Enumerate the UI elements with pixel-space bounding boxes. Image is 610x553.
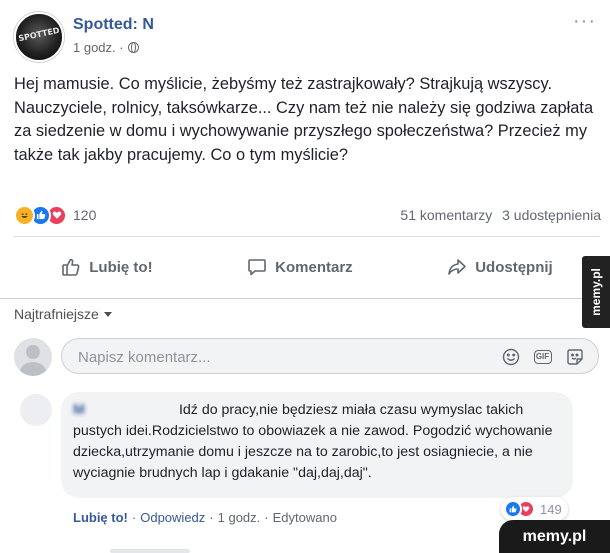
thumbs-up-icon: [61, 257, 81, 277]
comment-author[interactable]: M: [73, 400, 175, 421]
page-avatar[interactable]: SPOTTED: [14, 12, 64, 62]
comments-divider: [0, 298, 610, 299]
avatar-logo-text: SPOTTED: [17, 25, 61, 44]
side-watermark: memy.pl: [582, 256, 610, 328]
post-header: SPOTTED Spotted: N 1 godz. · ···: [14, 10, 596, 62]
post-time[interactable]: 1 godz. ·: [73, 40, 124, 55]
gif-label: GIF: [533, 349, 552, 364]
next-comment-fragment: [110, 549, 190, 553]
comment-actions: Lubię to! · Odpowiedz · 1 godz. · Edytow…: [73, 510, 337, 525]
emoji-icon[interactable]: [501, 347, 520, 366]
like-label: Lubię to!: [89, 258, 153, 276]
post-reactions[interactable]: 120: [14, 204, 96, 226]
post-stats: 51 komentarzy 3 udostępnienia: [394, 207, 601, 223]
comment-bubble-icon: [247, 257, 267, 277]
like-reaction-icon: [504, 500, 522, 518]
comment-reaction-count: 149: [540, 501, 562, 517]
separator: ·: [131, 510, 137, 525]
comment-bubble: M Idź do pracy,nie będziesz miała czasu …: [61, 392, 573, 498]
comments-count-link[interactable]: 51 komentarzy: [400, 207, 492, 223]
share-button[interactable]: Udostępnij: [447, 257, 553, 277]
page-name-link[interactable]: Spotted: N: [73, 16, 154, 34]
share-arrow-icon: [447, 257, 467, 277]
like-button[interactable]: Lubię to!: [61, 257, 153, 277]
corner-watermark: memy.pl: [499, 520, 610, 553]
comment-time[interactable]: 1 godz.: [218, 510, 261, 525]
more-options-icon[interactable]: ···: [573, 10, 596, 33]
comment-input[interactable]: [76, 346, 480, 368]
gif-icon[interactable]: GIF: [533, 347, 552, 366]
corner-watermark-text: memy.pl: [522, 527, 587, 545]
separator: ·: [264, 510, 269, 525]
commenter-avatar[interactable]: [20, 394, 52, 426]
current-user-avatar: [14, 338, 52, 376]
separator: ·: [209, 510, 214, 525]
comment-button[interactable]: Komentarz: [247, 257, 353, 277]
reaction-count[interactable]: 120: [73, 207, 96, 223]
post-meta: 1 godz. ·: [73, 40, 139, 55]
post-actions: Lubię to! Komentarz Udostępnij: [14, 243, 600, 291]
comment-like-link[interactable]: Lubię to!: [73, 510, 128, 525]
comment-input-tools: GIF: [501, 347, 584, 366]
comment-reply-link[interactable]: Odpowiedz: [140, 510, 205, 525]
shares-count-link[interactable]: 3 udostępnienia: [502, 207, 601, 223]
side-watermark-text: memy.pl: [589, 268, 604, 316]
post-text: Hej mamusie. Co myślicie, żebyśmy też za…: [14, 75, 594, 164]
divider: [14, 236, 600, 237]
globe-icon: [127, 42, 139, 53]
comment-label: Komentarz: [275, 258, 353, 276]
comment-reactions[interactable]: 149: [501, 497, 568, 521]
sort-label: Najtrafniejsze: [14, 306, 99, 322]
sticker-icon[interactable]: [565, 347, 584, 366]
comment-edited[interactable]: Edytowano: [273, 510, 337, 525]
caret-down-icon: [103, 311, 112, 317]
share-label: Udostępnij: [475, 258, 553, 276]
comment-sort-dropdown[interactable]: Najtrafniejsze: [14, 306, 112, 322]
comment-input-box[interactable]: GIF: [61, 338, 599, 374]
haha-icon: [14, 204, 35, 226]
comment-body: M Idź do pracy,nie będziesz miała czasu …: [73, 400, 561, 484]
